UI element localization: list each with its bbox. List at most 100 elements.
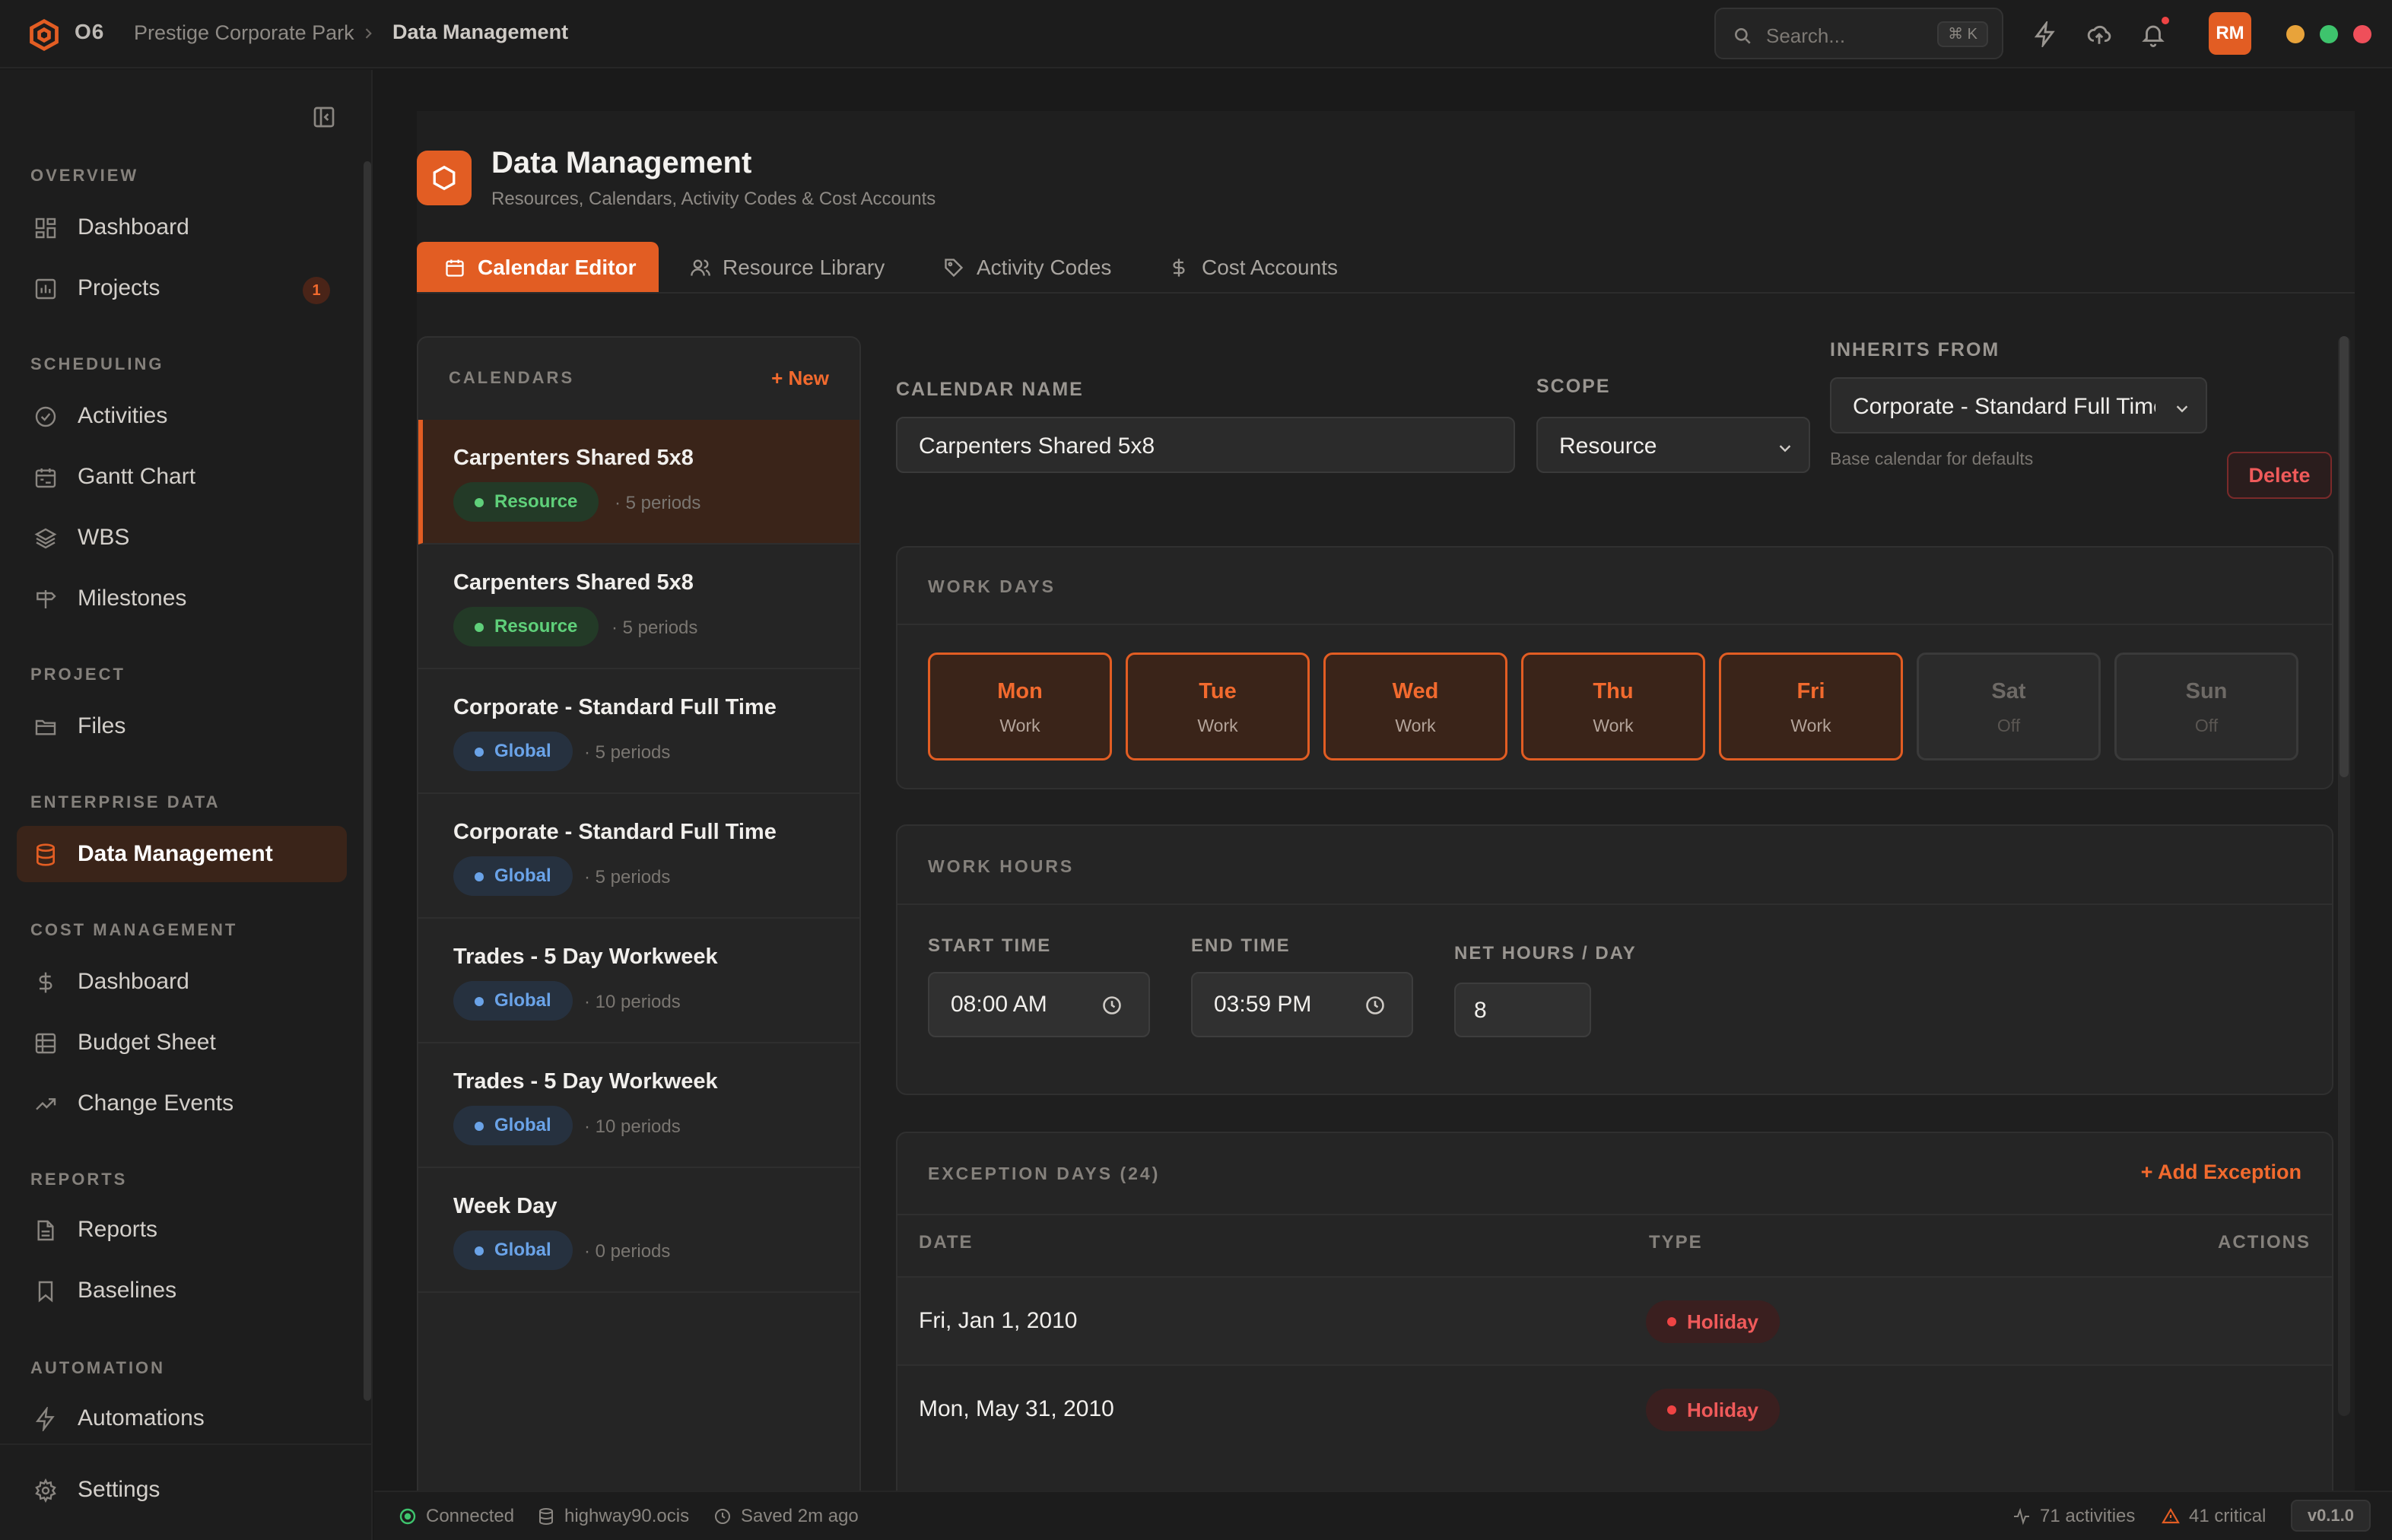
net-hours-input[interactable]: 8	[1454, 983, 1591, 1037]
tab-label: Calendar Editor	[478, 256, 637, 279]
sidebar-item-budget-sheet[interactable]: Budget Sheet	[17, 1014, 347, 1071]
scope-badge: Global	[453, 1106, 573, 1145]
sidebar-scrollbar[interactable]	[364, 161, 371, 1401]
add-exception-button[interactable]: + Add Exception	[2141, 1161, 2301, 1184]
bell-icon[interactable]	[2140, 21, 2166, 47]
sidebar-item-reports[interactable]: Reports	[17, 1202, 347, 1258]
sidebar-item-data-management[interactable]: Data Management	[17, 826, 347, 882]
database-icon	[537, 1507, 555, 1526]
bolt-icon[interactable]	[2032, 21, 2058, 47]
tab-resource-library[interactable]: Resource Library	[662, 242, 913, 292]
calendars-heading: CALENDARS	[449, 368, 575, 387]
signpost-icon	[33, 587, 58, 611]
sidebar-item-dashboard[interactable]: Dashboard	[17, 199, 347, 256]
gear-icon	[33, 1478, 58, 1503]
sidebar-item-settings[interactable]: Settings	[17, 1462, 347, 1518]
sidebar-item-label: Projects	[78, 275, 160, 300]
table-row[interactable]: Fri, Jan 1, 2010 Holiday	[897, 1276, 2332, 1364]
dollar-icon	[33, 970, 58, 995]
end-time-input[interactable]: 03:59 PM	[1191, 972, 1413, 1037]
calendar-list-item[interactable]: Carpenters Shared 5x8 Resource · 5 perio…	[418, 545, 859, 669]
calendar-list-item[interactable]: Trades - 5 Day Workweek Global · 10 peri…	[418, 1043, 859, 1168]
column-header-date[interactable]: DATE	[919, 1232, 974, 1253]
sidebar-collapse-icon[interactable]	[312, 105, 336, 129]
sidebar-item-files[interactable]: Files	[17, 698, 347, 754]
scope-badge: Resource	[453, 607, 599, 646]
global-search[interactable]: Search... ⌘ K	[1714, 8, 2003, 59]
calendars-panel: CALENDARS + New Carpenters Shared 5x8 Re…	[417, 336, 861, 1492]
sidebar-item-label: WBS	[78, 525, 130, 550]
net-hours-label: NET HOURS / DAY	[1454, 943, 1637, 964]
org-name[interactable]: O6	[75, 20, 104, 44]
day-toggle-wed[interactable]: Wed Work	[1323, 653, 1507, 760]
sidebar-item-label: Reports	[78, 1217, 158, 1242]
day-toggle-sat[interactable]: Sat Off	[1917, 653, 2101, 760]
dashboard-grid-icon	[33, 216, 58, 240]
section-label-automation: AUTOMATION	[30, 1358, 166, 1377]
sidebar-item-label: Data Management	[78, 841, 273, 866]
bookmark-icon	[33, 1279, 58, 1303]
new-calendar-button[interactable]: + New	[771, 367, 829, 390]
sidebar-item-label: Dashboard	[78, 214, 189, 240]
page-title: Data Management	[491, 146, 752, 179]
calendar-list-item[interactable]: Carpenters Shared 5x8 Resource · 5 perio…	[418, 420, 859, 545]
warning-triangle-icon	[2162, 1507, 2180, 1526]
day-toggle-sun[interactable]: Sun Off	[2114, 653, 2298, 760]
sidebar-item-gantt-chart[interactable]: Gantt Chart	[17, 449, 347, 505]
table-row[interactable]: Mon, May 31, 2010 Holiday	[897, 1364, 2332, 1453]
window-close-button[interactable]	[2353, 25, 2371, 43]
sidebar-item-automations[interactable]: Automations	[17, 1390, 347, 1446]
tab-cost-accounts[interactable]: Cost Accounts	[1141, 242, 1369, 292]
sidebar-item-wbs[interactable]: WBS	[17, 510, 347, 566]
day-toggle-tue[interactable]: Tue Work	[1126, 653, 1310, 760]
calendar-list-item[interactable]: Week Day Global · 0 periods	[418, 1168, 859, 1293]
sidebar-item-label: Budget Sheet	[78, 1030, 216, 1055]
work-days-heading: WORK DAYS	[928, 576, 1056, 596]
cloud-upload-icon[interactable]	[2085, 21, 2113, 47]
calendar-item-name: Corporate - Standard Full Time	[453, 820, 777, 844]
calendar-item-periods: · 5 periods	[612, 618, 698, 638]
day-toggle-fri[interactable]: Fri Work	[1719, 653, 1903, 760]
calendar-item-periods: · 5 periods	[584, 867, 671, 887]
delete-calendar-button[interactable]: Delete	[2227, 452, 2332, 499]
calendar-name-input[interactable]: Carpenters Shared 5x8	[896, 417, 1515, 473]
search-placeholder: Search...	[1766, 24, 1846, 47]
day-toggle-thu[interactable]: Thu Work	[1521, 653, 1705, 760]
editor-scrollbar[interactable]	[2338, 336, 2350, 1416]
inherits-from-select[interactable]: Corporate - Standard Full Time	[1830, 377, 2207, 433]
window-maximize-button[interactable]	[2320, 25, 2338, 43]
calendar-list-item[interactable]: Trades - 5 Day Workweek Global · 10 peri…	[418, 919, 859, 1043]
calendar-item-periods: · 0 periods	[584, 1241, 671, 1262]
chevron-down-icon	[1777, 440, 1793, 456]
user-avatar[interactable]: RM	[2209, 12, 2251, 55]
sidebar-item-projects[interactable]: Projects 1	[17, 260, 347, 316]
scope-badge: Global	[453, 856, 573, 896]
exception-days-card: EXCEPTION DAYS (24) + Add Exception DATE…	[896, 1132, 2333, 1512]
sidebar: OVERVIEW Dashboard Projects 1 SCHEDULING…	[0, 70, 373, 1540]
sidebar-item-cost-dashboard[interactable]: Dashboard	[17, 954, 347, 1010]
scope-label: SCOPE	[1536, 376, 1611, 397]
sidebar-item-change-events[interactable]: Change Events	[17, 1075, 347, 1132]
sidebar-item-activities[interactable]: Activities	[17, 388, 347, 444]
sidebar-item-baselines[interactable]: Baselines	[17, 1262, 347, 1319]
sidebar-item-label: Gantt Chart	[78, 464, 196, 489]
exception-days-heading: EXCEPTION DAYS (24)	[928, 1164, 1161, 1183]
calendar-list-item[interactable]: Corporate - Standard Full Time Global · …	[418, 669, 859, 794]
section-label-enterprise-data: ENTERPRISE DATA	[30, 792, 221, 811]
calendar-list-item[interactable]: Corporate - Standard Full Time Global · …	[418, 794, 859, 919]
calendar-item-periods: · 5 periods	[615, 493, 701, 513]
search-icon	[1733, 26, 1752, 46]
scope-select[interactable]: Resource	[1536, 417, 1810, 473]
column-header-type[interactable]: TYPE	[1649, 1232, 1703, 1253]
window-minimize-button[interactable]	[2286, 25, 2305, 43]
tab-activity-codes[interactable]: Activity Codes	[916, 242, 1136, 292]
app-logo-icon[interactable]	[27, 18, 61, 52]
day-toggle-mon[interactable]: Mon Work	[928, 653, 1112, 760]
version-badge: v0.1.0	[2290, 1500, 2371, 1532]
breadcrumb-project[interactable]: Prestige Corporate Park	[134, 21, 354, 45]
sidebar-item-milestones[interactable]: Milestones	[17, 570, 347, 627]
check-circle-icon	[33, 405, 58, 429]
start-time-label: START TIME	[928, 935, 1052, 956]
tab-calendar-editor[interactable]: Calendar Editor	[417, 242, 659, 292]
start-time-input[interactable]: 08:00 AM	[928, 972, 1150, 1037]
